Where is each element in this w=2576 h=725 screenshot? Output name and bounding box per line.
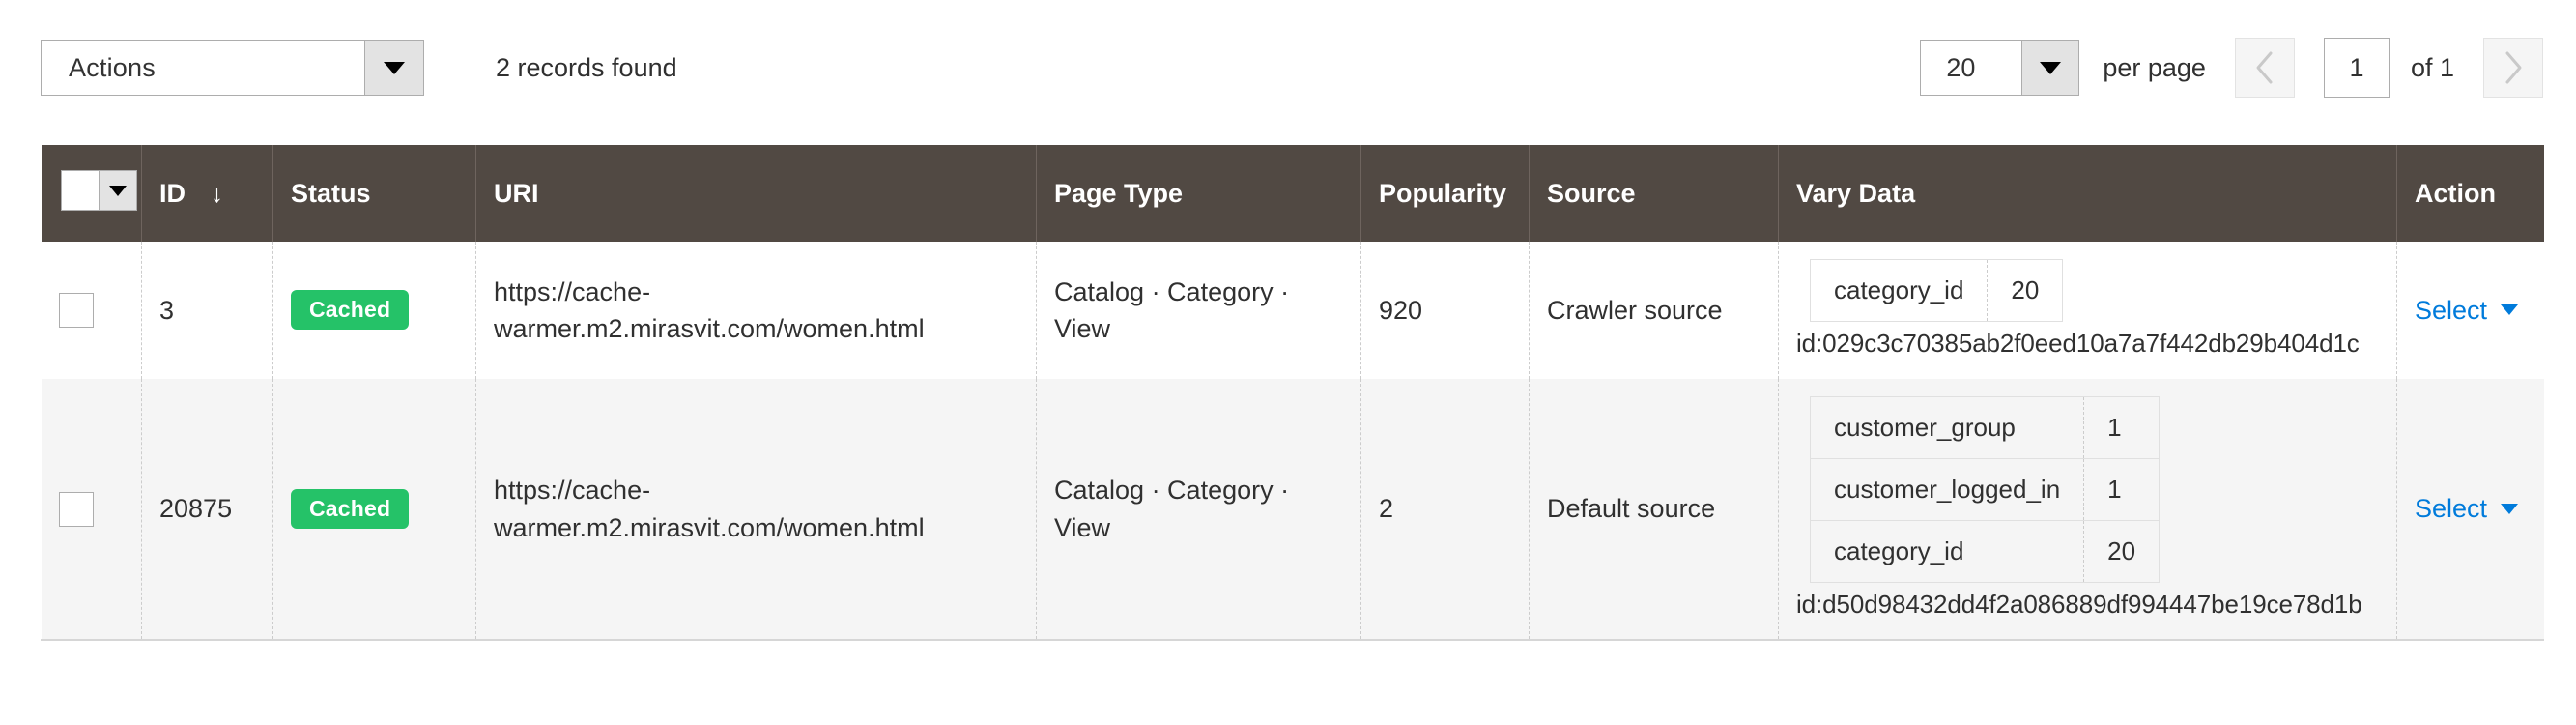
chevron-right-icon (2505, 51, 2522, 84)
select-all-control[interactable] (60, 170, 137, 211)
pagination-controls: 20 per page 1 of 1 (1920, 0, 2543, 135)
cell-uri: https://cache-warmer.m2.mirasvit.com/wom… (475, 378, 1037, 642)
chevron-down-icon (2501, 304, 2519, 316)
grid-body: 3 Cached https://cache-warmer.m2.mirasvi… (41, 242, 2544, 642)
cell-status: Cached (272, 242, 476, 379)
actions-dropdown-toggle[interactable] (364, 41, 423, 95)
table-row[interactable]: 20875 Cached https://cache-warmer.m2.mir… (41, 378, 2544, 642)
vary-value: 20 (2107, 536, 2136, 566)
sort-descending-icon: ↓ (211, 179, 223, 208)
column-header-action: Action (2396, 145, 2544, 242)
vary-key: category_id (1810, 259, 1989, 322)
vary-data-row: customer_group 1 (1810, 396, 2160, 459)
cell-source: Default source (1529, 378, 1779, 642)
cell-page-type: Catalog · Category · View (1036, 378, 1361, 642)
per-page-label: per page (2103, 52, 2206, 82)
total-pages-label: of 1 (2410, 52, 2454, 82)
previous-page-button[interactable] (2234, 38, 2295, 98)
vary-data-row: customer_logged_in 1 (1810, 458, 2160, 521)
column-header-select-all[interactable] (41, 145, 142, 242)
row-select-cell[interactable] (41, 242, 142, 379)
cell-id: 20875 (141, 378, 273, 642)
column-header-page-type[interactable]: Page Type (1036, 145, 1361, 242)
table-row[interactable]: 3 Cached https://cache-warmer.m2.mirasvi… (41, 242, 2544, 379)
row-checkbox[interactable] (58, 292, 94, 328)
chevron-down-icon (2501, 504, 2519, 515)
row-select-action[interactable]: Select (2415, 490, 2519, 527)
status-badge: Cached (291, 290, 410, 331)
vary-data-table: customer_group 1 customer_logged_in 1 ca… (1810, 395, 2161, 583)
select-all-dropdown-toggle[interactable] (98, 171, 136, 210)
chevron-down-icon (108, 185, 127, 196)
per-page-dropdown[interactable]: 20 (1920, 40, 2080, 96)
chevron-down-icon (384, 61, 405, 74)
cell-uri: https://cache-warmer.m2.mirasvit.com/wom… (475, 242, 1037, 379)
column-header-id[interactable]: ID ↓ (141, 145, 273, 242)
cell-vary-data: category_id 20 id:029c3c70385ab2f0eed10a… (1778, 242, 2397, 379)
chevron-down-icon (2040, 61, 2062, 74)
vary-value: 1 (2083, 396, 2160, 459)
records-grid: ID ↓ Status URI Page Type Popularity Sou… (41, 145, 2544, 642)
records-found-label: 2 records found (496, 52, 677, 82)
cell-source: Crawler source (1529, 242, 1779, 379)
next-page-button[interactable] (2483, 38, 2543, 98)
row-select-action[interactable]: Select (2415, 292, 2519, 329)
cell-action: Select (2396, 378, 2544, 642)
vary-data-id: id:029c3c70385ab2f0eed10a7a7f442db29b404… (1796, 328, 2360, 358)
vary-key: customer_group (1810, 396, 2085, 459)
vary-data-table: category_id 20 (1810, 259, 2064, 322)
row-select-cell[interactable] (41, 378, 142, 642)
column-header-uri[interactable]: URI (475, 145, 1037, 242)
grid-toolbar: Actions 2 records found 20 per page 1 of… (0, 0, 2576, 135)
page-number-value: 1 (2349, 52, 2364, 82)
vary-key: category_id (1810, 520, 2085, 583)
select-all-checkbox[interactable] (61, 171, 99, 210)
row-checkbox[interactable] (59, 491, 94, 527)
cell-popularity: 920 (1360, 242, 1530, 379)
cache-warmer-grid-page: Actions 2 records found 20 per page 1 of… (0, 0, 2576, 725)
vary-value: 20 (2011, 276, 2040, 304)
cell-page-type: Catalog · Category · View (1036, 242, 1361, 379)
vary-data-row: category_id 20 (1810, 520, 2160, 583)
cell-action: Select (2396, 242, 2544, 379)
actions-dropdown-label: Actions (69, 52, 156, 82)
uri-text: https://cache-warmer.m2.mirasvit.com/wom… (494, 476, 925, 542)
vary-value: 1 (2083, 458, 2160, 521)
column-header-status[interactable]: Status (272, 145, 476, 242)
cell-popularity: 2 (1360, 378, 1530, 642)
uri-text: https://cache-warmer.m2.mirasvit.com/wom… (494, 276, 925, 343)
cell-id: 3 (141, 242, 273, 379)
page-number-input[interactable]: 1 (2323, 38, 2390, 98)
records-grid-wrapper: ID ↓ Status URI Page Type Popularity Sou… (41, 145, 2544, 642)
row-select-action-label: Select (2415, 295, 2488, 325)
per-page-dropdown-toggle[interactable] (2021, 41, 2079, 95)
cell-status: Cached (272, 378, 476, 642)
column-header-id-label: ID (159, 178, 186, 208)
column-header-vary-data[interactable]: Vary Data (1778, 145, 2397, 242)
vary-data-id: id:d50d98432dd4f2a086889df994447be19ce78… (1796, 589, 2362, 619)
vary-data-row: category_id 20 (1810, 259, 2063, 322)
status-badge: Cached (291, 489, 410, 530)
row-select-action-label: Select (2415, 494, 2488, 524)
actions-dropdown[interactable]: Actions (41, 40, 424, 96)
per-page-value: 20 (1946, 52, 1976, 82)
chevron-left-icon (2256, 51, 2273, 84)
cell-vary-data: customer_group 1 customer_logged_in 1 ca… (1778, 378, 2397, 642)
grid-header-row: ID ↓ Status URI Page Type Popularity Sou… (41, 145, 2544, 242)
vary-key: customer_logged_in (1810, 458, 2085, 521)
column-header-source[interactable]: Source (1529, 145, 1779, 242)
column-header-popularity[interactable]: Popularity (1360, 145, 1530, 242)
